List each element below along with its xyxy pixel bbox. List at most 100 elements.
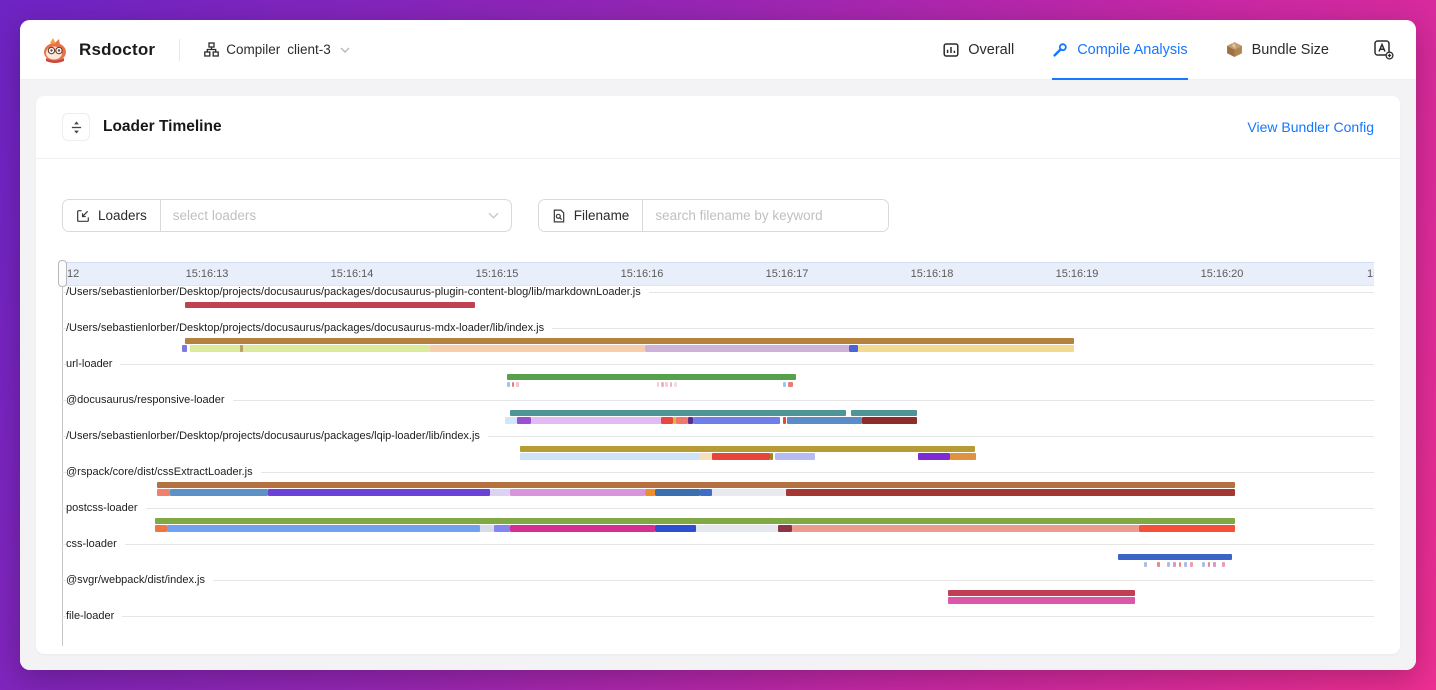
timeline-bar[interactable] — [155, 518, 1235, 524]
timeline-bar[interactable] — [1157, 562, 1160, 567]
timeline-bar[interactable] — [948, 597, 1135, 604]
timeline-row: /Users/sebastienlorber/Desktop/projects/… — [62, 430, 1374, 466]
timeline-bar[interactable] — [1167, 562, 1170, 567]
timeline-bar[interactable] — [661, 417, 673, 424]
timeline-bar[interactable] — [490, 489, 510, 496]
timeline-bar[interactable] — [770, 453, 773, 460]
timeline-bar[interactable] — [661, 382, 664, 387]
timeline-bar[interactable] — [700, 489, 712, 496]
timeline-bar[interactable] — [1213, 562, 1216, 567]
nav-tab-bundle-size[interactable]: Bundle Size — [1226, 20, 1329, 80]
timeline-bar[interactable] — [185, 302, 475, 308]
timeline-bar[interactable] — [783, 417, 787, 424]
timeline-bar[interactable] — [665, 382, 668, 387]
timeline-bar[interactable] — [700, 453, 712, 460]
timeline-bar[interactable] — [787, 417, 862, 424]
timeline-bar[interactable] — [676, 417, 688, 424]
bar-chart-icon — [943, 42, 959, 58]
language-switch-button[interactable] — [1373, 39, 1394, 60]
timeline-bar[interactable] — [520, 446, 975, 452]
row-grid-line — [62, 616, 1374, 617]
timeline-bar[interactable] — [510, 525, 655, 532]
compiler-selector[interactable]: Compiler client-3 — [204, 42, 350, 57]
timeline-bar[interactable] — [778, 525, 792, 532]
timeline-bar[interactable] — [170, 489, 268, 496]
brand[interactable]: Rsdoctor — [40, 35, 155, 65]
timeline-bar[interactable] — [849, 345, 858, 352]
nav-tab-label: Compile Analysis — [1077, 42, 1187, 58]
timeline-bar[interactable] — [1118, 554, 1233, 560]
timeline-bar[interactable] — [430, 345, 645, 352]
timeline-bar[interactable] — [775, 453, 815, 460]
timeline-bar[interactable] — [1202, 562, 1205, 567]
nav-tab-compile-analysis[interactable]: Compile Analysis — [1052, 20, 1187, 80]
timeline-bar[interactable] — [1173, 562, 1176, 567]
timeline-bar[interactable] — [858, 345, 1074, 352]
timeline-bar[interactable] — [783, 382, 786, 387]
timeline-bar[interactable] — [655, 525, 696, 532]
main-nav: Overall Compile Analysis — [943, 20, 1394, 80]
timeline-bar[interactable] — [155, 525, 167, 532]
timeline-bar[interactable] — [507, 374, 796, 380]
timeline-bar[interactable] — [185, 338, 1074, 344]
loaders-select[interactable]: select loaders — [161, 200, 511, 231]
timeline-bar[interactable] — [1190, 562, 1193, 567]
row-grid-line — [62, 400, 1374, 401]
timeline-bar[interactable] — [948, 590, 1135, 596]
timeline-range-handle[interactable] — [58, 260, 67, 287]
timeline-bar[interactable] — [670, 382, 673, 387]
timeline-bar[interactable] — [696, 525, 779, 532]
timeline-bar[interactable] — [1184, 562, 1187, 567]
timeline-bar[interactable] — [657, 382, 660, 387]
timeline-bar[interactable] — [712, 453, 770, 460]
timeline-bar[interactable] — [240, 345, 243, 352]
timeline-bar[interactable] — [520, 453, 700, 460]
timeline-bar[interactable] — [268, 489, 490, 496]
timeline-axis: :1215:16:1315:16:1415:16:1515:16:1615:16… — [62, 262, 1374, 286]
timeline-bar[interactable] — [862, 417, 917, 424]
timeline-bar[interactable] — [786, 489, 1236, 496]
timeline-bar[interactable] — [645, 345, 849, 352]
loader-timeline-card: Loader Timeline View Bundler Config — [36, 96, 1400, 654]
timeline-bar[interactable] — [182, 345, 187, 352]
timeline-bar[interactable] — [788, 382, 792, 387]
sitemap-icon — [204, 42, 219, 57]
timeline-bar[interactable] — [655, 489, 700, 496]
timeline-bar[interactable] — [712, 489, 786, 496]
timeline-bar[interactable] — [510, 489, 645, 496]
timeline-bar[interactable] — [851, 410, 918, 416]
nav-tab-overall[interactable]: Overall — [943, 20, 1014, 80]
timeline-bar[interactable] — [1222, 562, 1225, 567]
timeline-bar[interactable] — [507, 382, 510, 387]
timeline-bar[interactable] — [505, 417, 517, 424]
view-bundler-config-link[interactable]: View Bundler Config — [1247, 119, 1374, 135]
timeline-bar[interactable] — [1208, 562, 1211, 567]
timeline-bar[interactable] — [510, 410, 846, 416]
timeline-bar[interactable] — [512, 382, 515, 387]
timeline-bar[interactable] — [918, 453, 951, 460]
timeline-bar[interactable] — [157, 482, 1235, 488]
timeline-bar[interactable] — [480, 525, 495, 532]
timeline-bar[interactable] — [1139, 525, 1235, 532]
timeline-bar[interactable] — [157, 489, 170, 496]
timeline-bar[interactable] — [674, 382, 677, 387]
timeline-bar[interactable] — [190, 345, 431, 352]
chevron-down-icon — [488, 212, 499, 219]
timeline-row: /Users/sebastienlorber/Desktop/projects/… — [62, 322, 1374, 358]
timeline-bar[interactable] — [494, 525, 510, 532]
brand-name: Rsdoctor — [79, 40, 155, 60]
timeline-bar[interactable] — [950, 453, 975, 460]
timeline-bar[interactable] — [531, 417, 661, 424]
loader-row-label: @rspack/core/dist/cssExtractLoader.js — [66, 466, 261, 479]
timeline-bar[interactable] — [517, 417, 531, 424]
timeline-bar[interactable] — [1144, 562, 1147, 567]
timeline-bar[interactable] — [516, 382, 519, 387]
timeline-bar[interactable] — [792, 525, 1139, 532]
filename-search-input[interactable] — [643, 200, 888, 231]
axis-tick-label: 15:16:17 — [766, 263, 809, 286]
timeline-bar[interactable] — [167, 525, 479, 532]
collapse-toggle-button[interactable] — [62, 113, 90, 141]
timeline-bar[interactable] — [645, 489, 655, 496]
timeline-bar[interactable] — [1179, 562, 1182, 567]
timeline-bar[interactable] — [693, 417, 780, 424]
